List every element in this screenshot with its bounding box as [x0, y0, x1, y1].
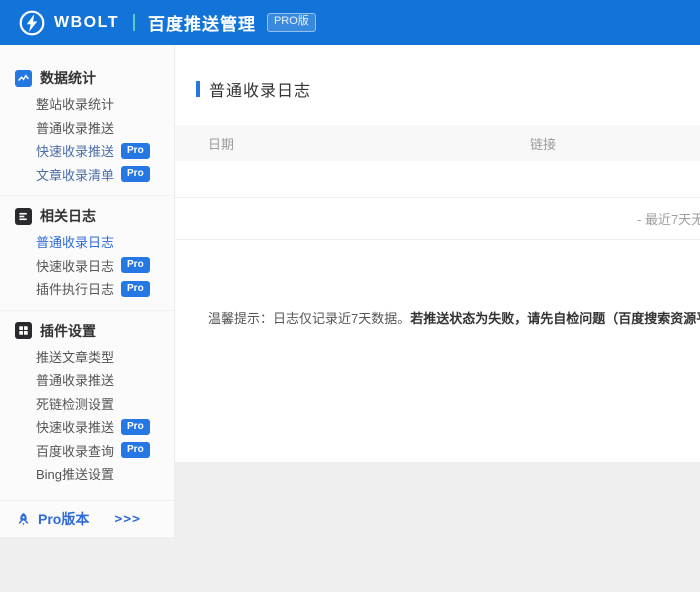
empty-message: - 最近7天无推送记录 -	[637, 212, 700, 227]
page-title: 普通收录日志	[209, 83, 312, 100]
table-empty-message-row: - 最近7天无推送记录 -	[175, 198, 700, 240]
sidebar-item-normal-index-log[interactable]: 普通收录日志	[0, 230, 174, 254]
sidebar-item-fast-index-push[interactable]: 快速收录推送 Pro	[0, 139, 174, 163]
brand-name: WBOLT	[54, 13, 119, 31]
item-label: 快速收录推送	[36, 144, 115, 160]
sidebar-item-normal-push-settings[interactable]: 普通收录推送	[0, 368, 174, 392]
section-title: 数据统计	[40, 70, 96, 86]
item-label: 整站收录统计	[36, 97, 115, 113]
pro-badge: Pro	[121, 257, 150, 274]
sidebar-section-logs: 相关日志	[0, 202, 174, 230]
pro-version-label: Pro版本	[38, 511, 90, 527]
item-label: 推送文章类型	[36, 349, 115, 365]
tip-text: 温馨提示：日志仅记录近7天数据。若推送状态为失败，请先自检问题（百度搜索资源平台…	[208, 309, 700, 329]
sidebar-item-fast-push-settings[interactable]: 快速收录推送 Pro	[0, 415, 174, 439]
item-label: Bing推送设置	[36, 467, 115, 483]
grid-icon	[15, 322, 32, 339]
pro-badge: Pro	[121, 142, 150, 159]
item-label: 普通收录推送	[36, 120, 115, 136]
pro-badge: Pro	[121, 166, 150, 183]
sidebar-item-baidu-index-query[interactable]: 百度收录查询 Pro	[0, 439, 174, 463]
app-title: 百度推送管理	[147, 15, 256, 34]
wbolt-bolt-logo-icon	[19, 10, 45, 36]
sidebar-divider	[0, 195, 174, 196]
item-label: 插件执行日志	[36, 282, 115, 298]
table-row	[175, 161, 700, 198]
sidebar-item-article-index-list[interactable]: 文章收录清单 Pro	[0, 163, 174, 187]
sidebar-item-plugin-exec-log[interactable]: 插件执行日志 Pro	[0, 277, 174, 301]
rocket-icon	[16, 512, 31, 527]
sidebar-nav: 数据统计 整站收录统计 普通收录推送 快速收录推送 Pro 文章收录清单 Pro…	[0, 45, 175, 537]
item-label: 快速收录日志	[36, 258, 115, 274]
pro-version-link[interactable]: Pro版本 >>>	[0, 500, 174, 537]
sidebar-item-dead-link-check-settings[interactable]: 死链检测设置	[0, 392, 174, 416]
column-header-link: 链接	[530, 136, 557, 152]
top-header: WBOLT 百度推送管理 PRO版	[0, 0, 700, 45]
pro-version-badge: PRO版	[266, 13, 316, 32]
pro-badge: Pro	[121, 442, 150, 459]
pro-badge: Pro	[121, 280, 150, 297]
sidebar-item-bing-push-settings[interactable]: Bing推送设置	[0, 462, 174, 486]
item-label: 快速收录推送	[36, 420, 115, 436]
sidebar-item-fast-index-log[interactable]: 快速收录日志 Pro	[0, 254, 174, 278]
chevron-right-arrows: >>>	[114, 511, 141, 527]
item-label: 死链检测设置	[36, 396, 115, 412]
item-label: 普通收录日志	[36, 235, 115, 251]
section-title: 插件设置	[40, 322, 96, 339]
column-header-date: 日期	[208, 136, 235, 152]
sidebar-item-site-index-stats[interactable]: 整站收录统计	[0, 92, 174, 116]
sidebar-divider	[0, 309, 174, 311]
main-content: 普通收录日志 日期 链接 - 最近7天无推送记录 - 温馨提示：日志仅记录近7天…	[175, 45, 700, 462]
page-title-row: 普通收录日志	[196, 77, 700, 101]
item-label: 百度收录查询	[36, 443, 115, 459]
sidebar-section-plugin-settings: 插件设置	[0, 317, 174, 345]
pro-badge: Pro	[121, 418, 150, 435]
tip-bold: 若推送状态为失败，请先自检问题（百度搜索资源平台认证域名与网站实际域名	[410, 311, 700, 326]
sidebar-item-push-post-types[interactable]: 推送文章类型	[0, 345, 174, 369]
title-accent-bar	[196, 81, 200, 97]
log-table: 日期 链接 - 最近7天无推送记录 -	[175, 125, 700, 240]
sidebar-section-data-stats: 数据统计	[0, 64, 174, 92]
section-title: 相关日志	[40, 208, 96, 224]
line-chart-icon	[15, 69, 32, 87]
item-label: 普通收录推送	[36, 373, 115, 389]
item-label: 文章收录清单	[36, 167, 115, 183]
table-header-row: 日期 链接	[175, 125, 700, 161]
sidebar-item-normal-index-push[interactable]: 普通收录推送	[0, 116, 174, 140]
header-divider	[132, 14, 135, 31]
log-list-icon	[15, 207, 32, 225]
tip-normal: 温馨提示：日志仅记录近7天数据。	[208, 311, 411, 326]
